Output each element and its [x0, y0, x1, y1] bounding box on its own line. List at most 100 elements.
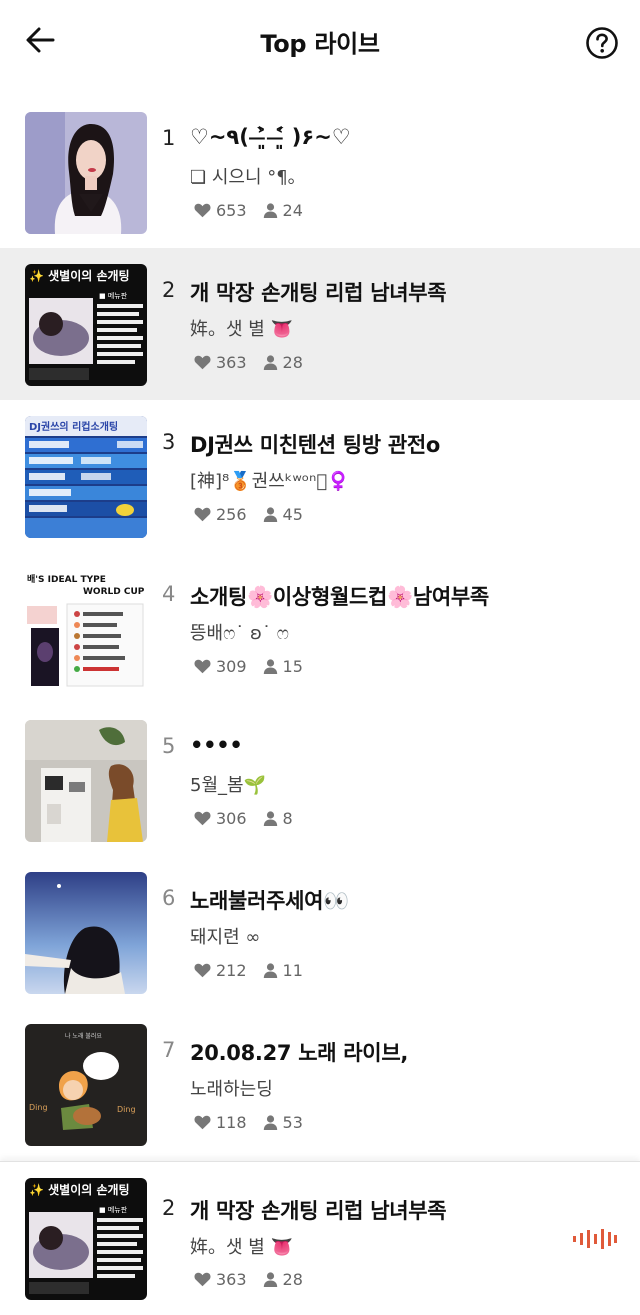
likes-count: 363 [216, 353, 247, 372]
live-stats: 306 8 [194, 809, 309, 828]
listeners-count: 11 [282, 961, 303, 980]
live-title: 개 막장 손개팅 리럽 남녀부족 [190, 281, 447, 305]
live-stats: 256 45 [194, 505, 319, 524]
likes-stat: 212 [194, 961, 247, 980]
person-icon [263, 203, 277, 218]
mini-player[interactable]: ✨ 샛별이의 손개팅 ■ 메뉴판 2 개 막장 손개팅 리럽 남녀부족 姩。샛 … [0, 1161, 640, 1315]
dj-name: 돼지련 ∞ [190, 927, 261, 948]
listeners-count: 28 [282, 353, 303, 372]
person-icon [263, 963, 277, 978]
person-icon [263, 1272, 277, 1287]
listeners-stat: 11 [263, 961, 303, 980]
heart-icon [194, 659, 211, 674]
likes-count: 306 [216, 809, 247, 828]
live-stats: 363 28 [194, 353, 319, 372]
listeners-count: 53 [282, 1113, 303, 1132]
listeners-stat: 53 [263, 1113, 303, 1132]
live-title: 소개팅🌸이상형월드컵🌸남여부족 [190, 585, 489, 609]
dj-name: 5월_봄🌱 [190, 775, 266, 796]
live-thumbnail: ✨ 샛별이의 손개팅 ■ 메뉴판 [25, 264, 147, 386]
thumb-top-text: 나 노래 불러요 [65, 1032, 102, 1040]
likes-count: 309 [216, 657, 247, 676]
mini-player-stats: 363 28 [194, 1270, 319, 1289]
rank-number: 2 [162, 278, 176, 302]
live-stats: 653 24 [194, 201, 319, 220]
live-title: 20.08.27 노래 라이브, [190, 1041, 409, 1065]
help-icon[interactable] [585, 26, 619, 60]
likes-stat: 363 [194, 1270, 247, 1289]
listeners-count: 15 [282, 657, 303, 676]
thumb-menu-text: ■ 메뉴판 [99, 291, 128, 300]
equalizer-icon[interactable] [573, 1228, 617, 1250]
likes-stat: 256 [194, 505, 247, 524]
page-title: Top 라이브 [260, 30, 380, 58]
likes-count: 363 [216, 1270, 247, 1289]
live-thumbnail: DJ권쓰의 리컵소개팅 [25, 416, 147, 538]
live-list-item[interactable]: 배'S IDEAL TYPE WORLD CUP 4 소개팅🌸이상형월드컵🌸남여… [0, 552, 640, 704]
live-thumbnail [25, 112, 147, 234]
live-thumbnail [25, 872, 147, 994]
live-list-item[interactable]: 6 노래불러주세여👀 돼지련 ∞ 212 11 [0, 856, 640, 1008]
live-stats: 212 11 [194, 961, 319, 980]
thumb-banner-text: ✨ 샛별이의 손개팅 [29, 268, 130, 283]
thumb-subtitle-text: WORLD CUP [83, 587, 145, 597]
live-title: DJ권쓰 미친텐션 팅방 관전o [190, 433, 441, 457]
likes-count: 653 [216, 201, 247, 220]
listeners-stat: 28 [263, 1270, 303, 1289]
dj-name: ❏ 시으니 °¶｡ [190, 167, 297, 188]
dj-name: 뜽배ෆ˙ ʚ˙ ෆ [190, 623, 289, 644]
thumb-ding-text: Ding [117, 1105, 136, 1114]
live-list: 1 ♡~٩( ˃̶͈̀ ˂̶͈́ )۶~♡ ❏ 시으니 °¶｡ 653 24 ✨… [0, 96, 640, 1160]
mini-player-dj: 姩。샛 별 👅 [190, 1237, 293, 1258]
person-icon [263, 355, 277, 370]
thumb-banner-text: ✨ 샛별이의 손개팅 [29, 1182, 130, 1197]
person-icon [263, 1115, 277, 1130]
mini-player-rank: 2 [162, 1196, 176, 1220]
live-list-item[interactable]: DJ권쓰의 리컵소개팅 3 DJ권쓰 미친텐션 팅방 관전o [神]⁸🥉권쓰ᵏʷ [0, 400, 640, 552]
live-thumbnail: 나 노래 불러요 Ding Ding [25, 1024, 147, 1146]
dj-name: 姩。샛 별 👅 [190, 319, 293, 340]
listeners-stat: 15 [263, 657, 303, 676]
likes-count: 118 [216, 1113, 247, 1132]
likes-stat: 363 [194, 353, 247, 372]
rank-number: 4 [162, 582, 176, 606]
live-list-item[interactable]: 1 ♡~٩( ˃̶͈̀ ˂̶͈́ )۶~♡ ❏ 시으니 °¶｡ 653 24 [0, 96, 640, 248]
listeners-stat: 28 [263, 353, 303, 372]
rank-number: 7 [162, 1038, 176, 1062]
rank-number: 3 [162, 430, 176, 454]
live-title: •••• [190, 733, 243, 757]
dj-name: [神]⁸🥉권쓰ᵏʷᵒⁿ🏻♀️ [190, 471, 350, 492]
mini-player-title: 개 막장 손개팅 리럽 남녀부족 [190, 1199, 447, 1223]
heart-icon [194, 507, 211, 522]
likes-stat: 306 [194, 809, 247, 828]
listeners-count: 24 [282, 201, 303, 220]
listeners-count: 45 [282, 505, 303, 524]
rank-number: 6 [162, 886, 176, 910]
listeners-stat: 24 [263, 201, 303, 220]
likes-stat: 653 [194, 201, 247, 220]
live-thumbnail [25, 720, 147, 842]
listeners-count: 8 [282, 809, 293, 828]
dj-name: 노래하는딩 [190, 1079, 273, 1100]
person-icon [263, 659, 277, 674]
likes-count: 256 [216, 505, 247, 524]
live-title: 노래불러주세여👀 [190, 889, 349, 913]
heart-icon [194, 963, 211, 978]
mini-player-thumbnail: ✨ 샛별이의 손개팅 ■ 메뉴판 [25, 1178, 147, 1300]
live-list-item[interactable]: 5 •••• 5월_봄🌱 306 8 [0, 704, 640, 856]
live-list-item[interactable]: 나 노래 불러요 Ding Ding 7 20.08.27 노래 라이브, 노래… [0, 1008, 640, 1160]
live-stats: 309 15 [194, 657, 319, 676]
heart-icon [194, 811, 211, 826]
live-thumbnail: 배'S IDEAL TYPE WORLD CUP [25, 568, 147, 690]
top-bar: Top 라이브 [0, 0, 640, 84]
heart-icon [194, 1115, 211, 1130]
thumb-banner-text: DJ권쓰의 리컵소개팅 [29, 420, 118, 433]
thumb-menu-text: ■ 메뉴판 [99, 1205, 128, 1214]
listeners-count: 28 [282, 1270, 303, 1289]
person-icon [263, 507, 277, 522]
live-title: ♡~٩( ˃̶͈̀ ˂̶͈́ )۶~♡ [190, 125, 351, 149]
rank-number: 1 [162, 126, 176, 150]
likes-count: 212 [216, 961, 247, 980]
live-list-item[interactable]: ✨ 샛별이의 손개팅 ■ 메뉴판 2 개 막장 손개팅 리럽 남녀부족 姩。샛 … [0, 248, 640, 400]
heart-icon [194, 1272, 211, 1287]
